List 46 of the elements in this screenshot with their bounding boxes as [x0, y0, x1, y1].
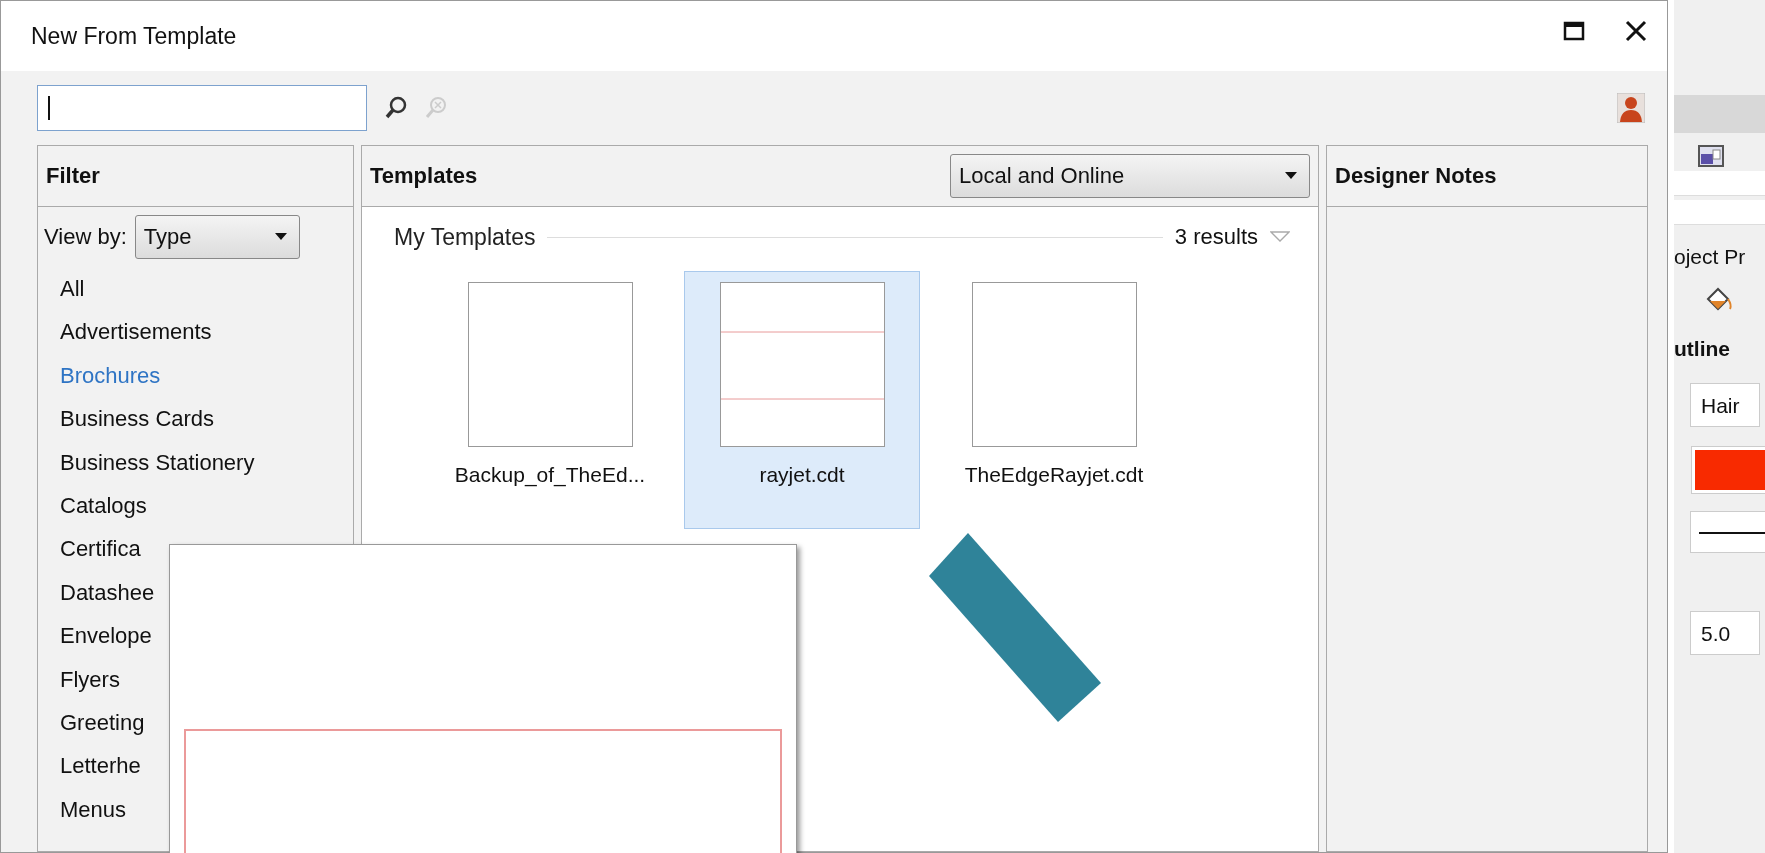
template-name: Backup_of_TheEd... [454, 463, 646, 487]
paint-bucket-icon[interactable] [1704, 285, 1734, 313]
results-count: 3 results [1174, 224, 1258, 250]
dropdown-field[interactable] [1674, 171, 1765, 196]
category-item[interactable]: All [60, 267, 85, 311]
category-item[interactable]: Certifica [60, 527, 141, 571]
category-item[interactable]: Menus [60, 787, 127, 832]
category-item[interactable]: Business Cards [60, 397, 215, 441]
view-by-dropdown[interactable]: Type [134, 215, 300, 259]
line-style-field[interactable] [1690, 511, 1765, 553]
filter-heading: Filter [46, 163, 100, 189]
clear-search-icon [425, 96, 447, 120]
template-tile[interactable]: Backup_of_TheEd... [432, 271, 668, 529]
color-swatch[interactable] [1692, 447, 1765, 493]
category-item[interactable]: Business Stationery [60, 440, 255, 484]
templates-heading: Templates [370, 163, 478, 189]
outline-heading: utline [1674, 337, 1730, 361]
category-item[interactable]: Flyers [60, 657, 120, 701]
template-name: rayjet.cdt [759, 463, 845, 487]
category-item[interactable]: Datashee [60, 570, 155, 615]
image-icon[interactable] [1698, 145, 1724, 167]
close-icon[interactable] [1625, 20, 1647, 42]
designer-notes-heading: Designer Notes [1335, 163, 1497, 189]
template-tile[interactable]: TheEdgeRayjet.cdt [936, 271, 1172, 529]
search-field[interactable] [37, 85, 367, 131]
category-item[interactable]: Greeting [60, 700, 145, 745]
category-item[interactable]: Catalogs [60, 483, 147, 528]
size-field[interactable]: 5.0 [1690, 611, 1760, 655]
caret-icon [274, 233, 287, 241]
category-item[interactable]: Brochures [60, 353, 161, 398]
category-item[interactable]: Envelope [60, 614, 152, 658]
template-tile[interactable]: rayjet.cdt [684, 271, 920, 529]
section-heading: oject Pr [1674, 245, 1746, 269]
source-dropdown[interactable]: Local and Online [950, 154, 1310, 198]
group-title: My Templates [394, 223, 536, 251]
window-title: New From Template [31, 22, 237, 50]
template-name: TheEdgeRayjet.cdt [964, 463, 1144, 487]
dropdown-field[interactable] [1674, 200, 1765, 225]
maximize-icon[interactable] [1563, 21, 1585, 41]
user-icon[interactable] [1617, 93, 1645, 123]
caret-icon [1285, 172, 1297, 180]
search-icon[interactable] [385, 96, 407, 120]
category-item[interactable]: Letterhe [60, 744, 141, 788]
category-item[interactable]: Advertisements [60, 310, 212, 354]
width-field[interactable]: Hair [1690, 383, 1760, 427]
view-by-label: View by: [44, 224, 127, 250]
